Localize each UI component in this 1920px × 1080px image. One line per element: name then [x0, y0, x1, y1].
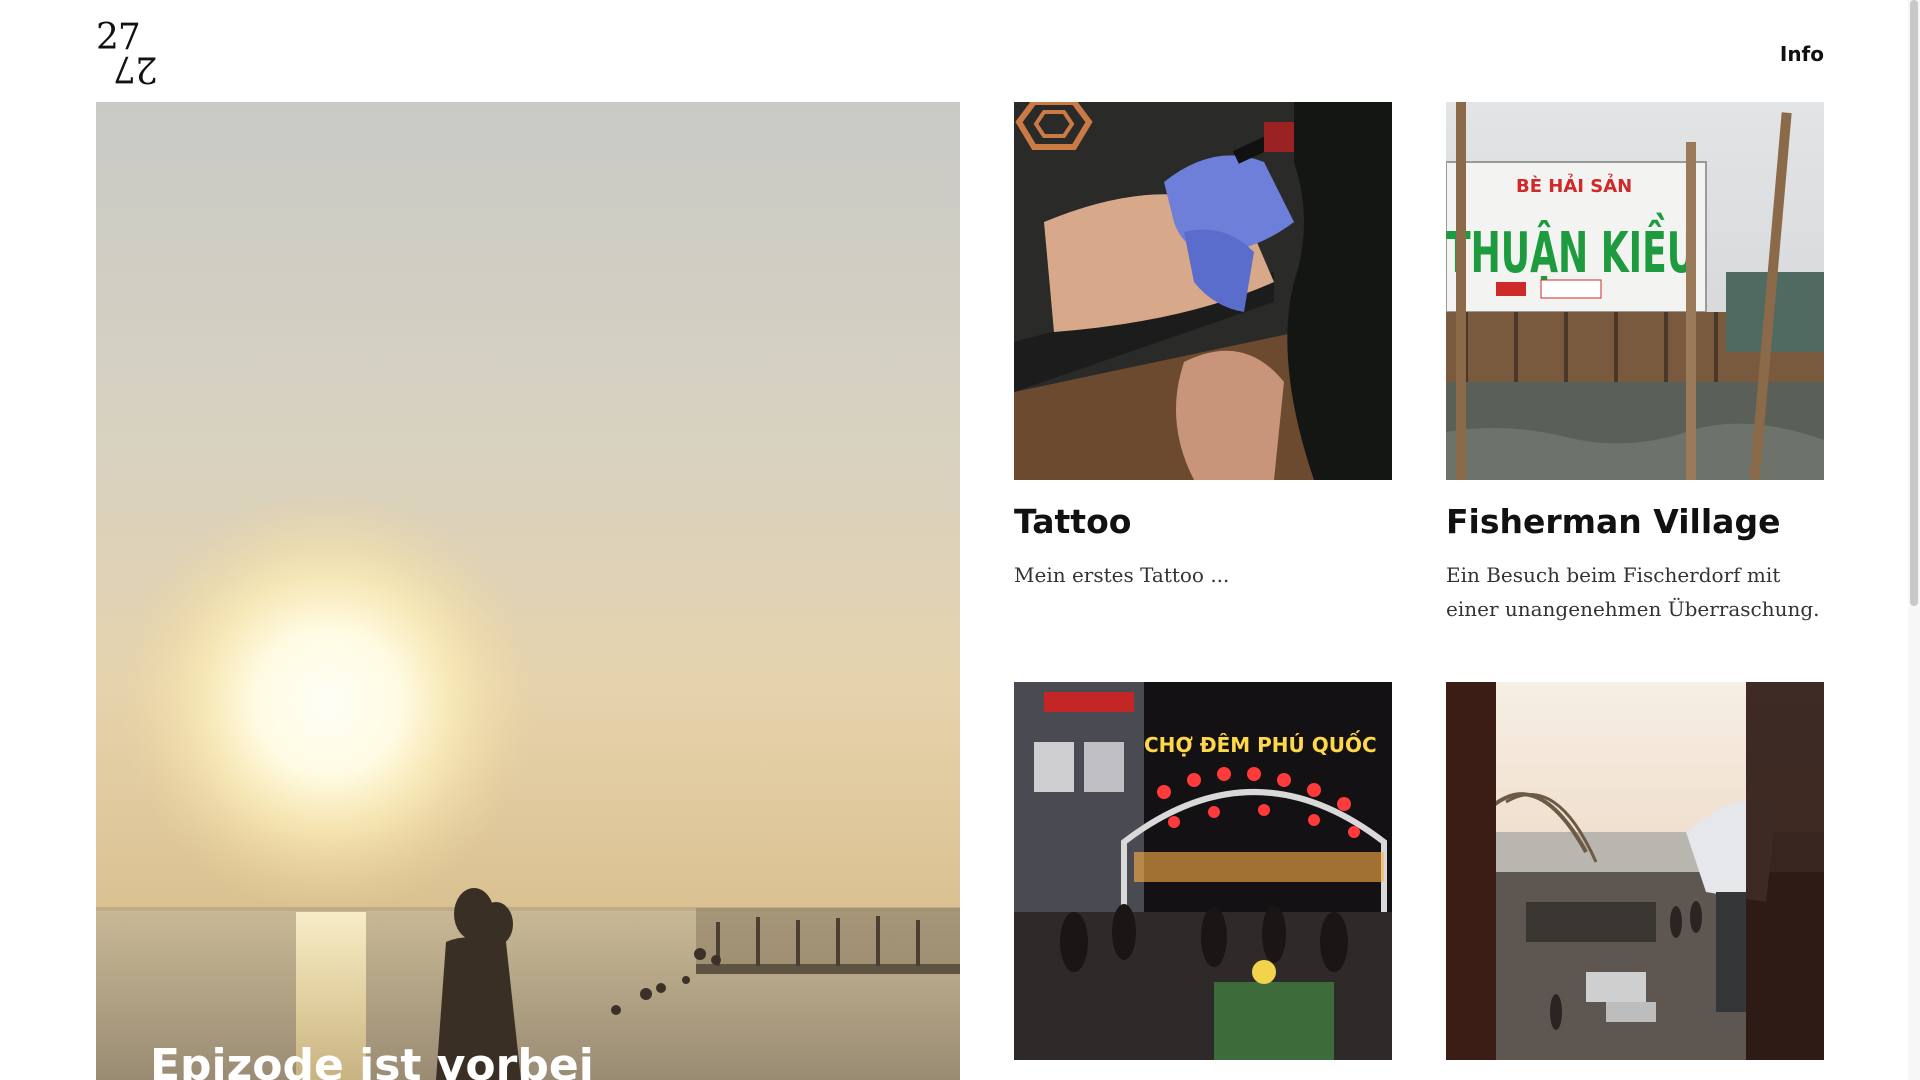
- hero-title[interactable]: Epizode ist vorbei: [150, 1040, 594, 1080]
- post-thumbnail[interactable]: CHỢ ĐÊM PHÚ QUỐC: [1014, 682, 1392, 1060]
- post-thumbnail[interactable]: [1446, 682, 1824, 1060]
- sign-big-text: THUẬN KIỀU: [1446, 214, 1696, 286]
- nav-info-link[interactable]: Info: [1780, 42, 1824, 66]
- night-market-image: CHỢ ĐÊM PHÚ QUỐC: [1014, 682, 1392, 1060]
- hero-card[interactable]: Epizode ist vorbei: [96, 102, 960, 1080]
- post-description: Mein erstes Tattoo ...: [1014, 563, 1230, 587]
- post-thumbnail[interactable]: [1014, 102, 1392, 480]
- post-card-fisherman-village[interactable]: BÈ HẢI SẢN THUẬN KIỀU Fisherman Village …: [1446, 102, 1824, 626]
- post-title[interactable]: Fisherman Village: [1446, 502, 1824, 542]
- post-card-beach-bar[interactable]: [1446, 682, 1824, 1080]
- scrollbar-thumb[interactable]: [1910, 0, 1918, 606]
- post-card-night-market[interactable]: CHỢ ĐÊM PHÚ QUỐC: [1014, 682, 1392, 1080]
- site-logo[interactable]: 27 27: [96, 20, 162, 90]
- post-title[interactable]: Tattoo: [1014, 502, 1392, 542]
- sign-small-text: BÈ HẢI SẢN: [1516, 174, 1632, 197]
- market-sign-text: CHỢ ĐÊM PHÚ QUỐC: [1144, 731, 1377, 757]
- tattoo-image: [1014, 102, 1392, 480]
- logo-bottom-digits-rotated: 27: [114, 48, 158, 89]
- post-card-tattoo[interactable]: Tattoo Mein erstes Tattoo ...: [1014, 102, 1392, 592]
- fisherman-village-image: BÈ HẢI SẢN THUẬN KIỀU: [1446, 102, 1824, 480]
- page: 27 27 Info Epizode ist vorbei Tattoo Mei…: [0, 0, 1920, 1080]
- post-description: Ein Besuch beim Fischerdorf mit einer un…: [1446, 563, 1820, 621]
- hero-sunset-image: [96, 102, 960, 1080]
- post-thumbnail[interactable]: BÈ HẢI SẢN THUẬN KIỀU: [1446, 102, 1824, 480]
- beach-bar-image: [1446, 682, 1824, 1060]
- page-scrollbar[interactable]: [1908, 0, 1920, 1080]
